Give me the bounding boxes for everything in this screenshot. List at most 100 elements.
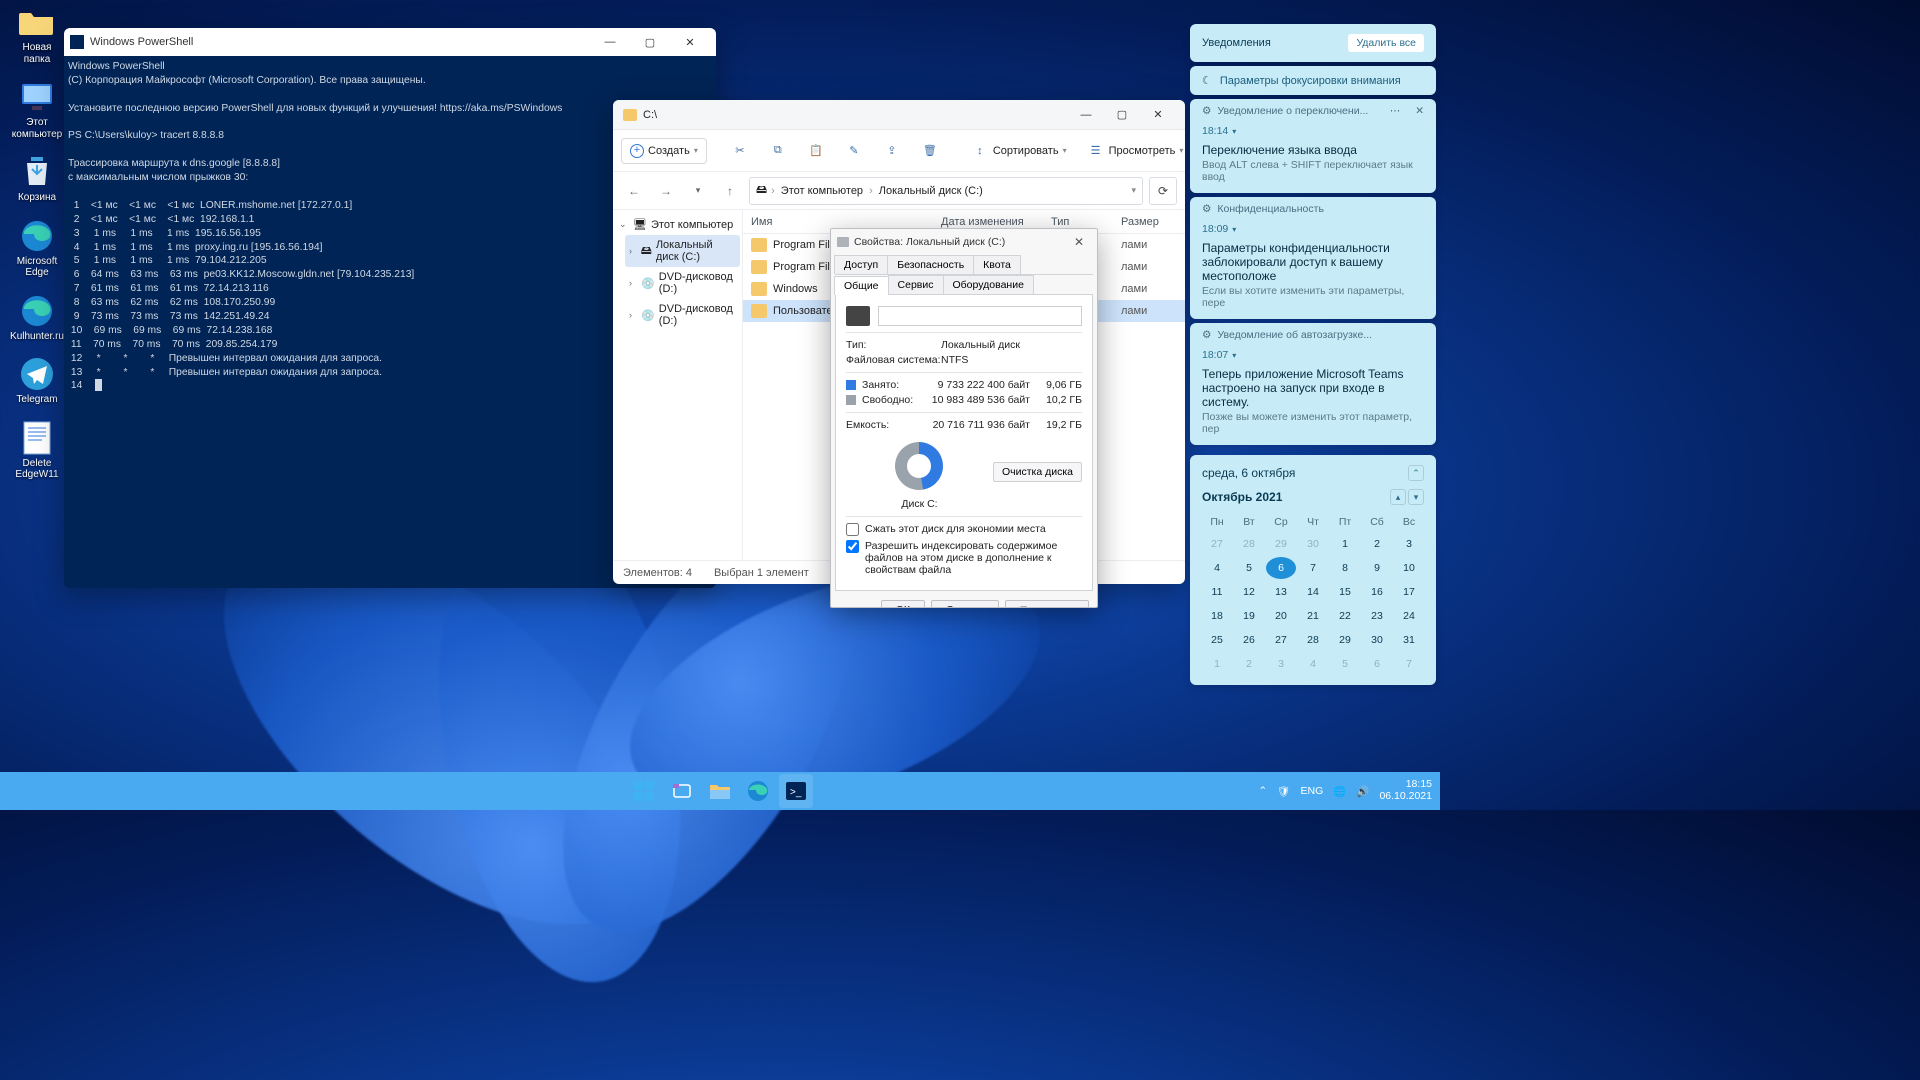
calendar-day[interactable]: 29 [1330,629,1360,651]
notif-time[interactable]: 18:07▾ [1190,347,1436,363]
ok-button[interactable]: ОК [881,600,925,608]
calendar-day[interactable]: 20 [1266,605,1296,627]
titlebar[interactable]: Windows PowerShell — ▢ ✕ [64,28,716,56]
calendar-day[interactable]: 27 [1202,533,1232,555]
calendar-day[interactable]: 30 [1362,629,1392,651]
start-button[interactable] [627,774,661,808]
calendar-day[interactable]: 17 [1394,581,1424,603]
forward-button[interactable]: → [653,178,679,204]
calendar-day[interactable]: 2 [1234,653,1264,675]
desktop-icon-deleteedge[interactable]: Delete EdgeW11 [8,420,66,481]
create-button[interactable]: +Создать ▾ [621,138,707,164]
back-button[interactable]: ← [621,178,647,204]
breadcrumb[interactable]: Локальный диск (C:) [877,183,985,199]
calendar-day[interactable]: 4 [1202,557,1232,579]
close-icon[interactable]: ✕ [1415,105,1424,117]
share-button[interactable]: ⇪ [875,137,909,165]
calendar-day[interactable]: 1 [1330,533,1360,555]
calendar-day[interactable]: 28 [1298,629,1328,651]
clock[interactable]: 18:1506.10.2021 [1379,779,1432,802]
calendar-day[interactable]: 4 [1298,653,1328,675]
calendar-day[interactable]: 12 [1234,581,1264,603]
defender-icon[interactable]: 🛡 [1277,785,1290,798]
tray-chevron[interactable]: ⌃ [1258,785,1267,797]
close-button[interactable]: ✕ [670,28,710,56]
paste-button[interactable]: 📋 [799,137,833,165]
sidebar-item-dvd1[interactable]: ›💿DVD-дисковод (D:) [625,267,740,299]
calendar-day[interactable]: 24 [1394,605,1424,627]
calendar-day[interactable]: 30 [1298,533,1328,555]
calendar-day[interactable]: 9 [1362,557,1392,579]
maximize-button[interactable]: ▢ [1105,100,1139,130]
notif-time[interactable]: 18:14▾ [1190,123,1436,139]
calendar-day[interactable]: 2 [1362,533,1392,555]
edge-taskbar[interactable] [741,774,775,808]
desktop-icon-telegram[interactable]: Telegram [8,356,66,406]
calendar-day[interactable]: 3 [1394,533,1424,555]
network-icon[interactable]: 🌐 [1333,785,1346,798]
address-bar[interactable]: 🖴› Этот компьютер› Локальный диск (C:) ▾ [749,177,1143,205]
desktop-icon-recycle[interactable]: Корзина [8,154,66,204]
calendar-day[interactable]: 11 [1202,581,1232,603]
calendar-day[interactable]: 26 [1234,629,1264,651]
chevron-down-icon[interactable]: ▾ [685,178,711,204]
explorer-taskbar[interactable] [703,774,737,808]
close-button[interactable]: ✕ [1067,235,1091,249]
titlebar[interactable]: C:\ — ▢ ✕ [613,100,1185,130]
calendar-day[interactable]: 28 [1234,533,1264,555]
calendar-day[interactable]: 21 [1298,605,1328,627]
titlebar[interactable]: Свойства: Локальный диск (C:) ✕ [831,229,1097,255]
lang-indicator[interactable]: ENG [1301,785,1324,797]
calendar-day[interactable]: 6 [1266,557,1296,579]
calendar-day[interactable]: 25 [1202,629,1232,651]
desktop-icon-edge[interactable]: Microsoft Edge [8,218,66,279]
calendar-day[interactable]: 3 [1266,653,1296,675]
calendar-day[interactable]: 5 [1234,557,1264,579]
tab-access[interactable]: Доступ [834,255,888,274]
calendar-day[interactable]: 29 [1266,533,1296,555]
calendar-day[interactable]: 15 [1330,581,1360,603]
powershell-taskbar[interactable]: >_ [779,774,813,808]
calendar-day[interactable]: 14 [1298,581,1328,603]
calendar-day[interactable]: 13 [1266,581,1296,603]
sort-button[interactable]: ↕Сортировать ▾ [963,137,1075,165]
notif-time[interactable]: 18:09▾ [1190,221,1436,237]
close-button[interactable]: ✕ [1141,100,1175,130]
calendar-day[interactable]: 31 [1394,629,1424,651]
calendar-day[interactable]: 5 [1330,653,1360,675]
calendar-day[interactable]: 19 [1234,605,1264,627]
calendar-day[interactable]: 7 [1298,557,1328,579]
ellipsis-icon[interactable]: ⋯ [1390,105,1402,117]
copy-button[interactable]: ⧉ [761,137,795,165]
notif-group-header[interactable]: ⚙Уведомление об автозагрузке... [1190,323,1436,347]
up-button[interactable]: ↑ [717,178,743,204]
rename-button[interactable]: ✎ [837,137,871,165]
label-input[interactable] [878,306,1082,326]
minimize-button[interactable]: — [590,28,630,56]
sidebar-item-dvd2[interactable]: ›💿DVD-дисковод (D:) [625,299,740,331]
next-month-button[interactable]: ▾ [1408,489,1424,505]
calendar-day[interactable]: 23 [1362,605,1392,627]
cut-button[interactable]: ✂ [723,137,757,165]
calendar-day[interactable]: 27 [1266,629,1296,651]
volume-icon[interactable]: 🔊 [1356,785,1369,798]
tab-quota[interactable]: Квота [973,255,1021,274]
tab-general[interactable]: Общие [834,276,889,295]
view-button[interactable]: ☰Просмотреть ▾ [1079,137,1185,165]
collapse-button[interactable]: ⌃ [1408,465,1424,481]
desktop-icon-kulhunter[interactable]: Kulhunter.ru [8,293,66,343]
tab-hardware[interactable]: Оборудование [943,275,1034,294]
apply-button[interactable]: Применить [1005,600,1089,608]
index-checkbox[interactable]: Разрешить индексировать содержимое файло… [846,540,1082,576]
calendar-day[interactable]: 1 [1202,653,1232,675]
cleanup-button[interactable]: Очистка диска [993,462,1082,482]
desktop-icon-folder[interactable]: Новая папка [8,4,66,65]
maximize-button[interactable]: ▢ [630,28,670,56]
calendar-day[interactable]: 18 [1202,605,1232,627]
refresh-button[interactable]: ⟳ [1149,177,1177,205]
delete-button[interactable]: 🗑 [913,137,947,165]
focus-settings[interactable]: ☾Параметры фокусировки внимания [1190,66,1436,95]
calendar-day[interactable]: 8 [1330,557,1360,579]
prev-month-button[interactable]: ▴ [1390,489,1406,505]
tab-service[interactable]: Сервис [888,275,944,294]
